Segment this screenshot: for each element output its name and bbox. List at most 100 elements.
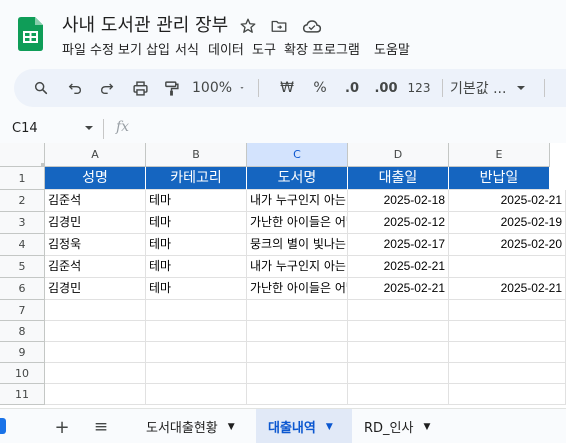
empty-cell[interactable] — [247, 363, 348, 384]
menu-tools[interactable]: 도구 — [252, 39, 276, 58]
table-header-name[interactable]: 성명 — [45, 167, 146, 190]
row-header-11[interactable]: 11 — [0, 384, 45, 405]
row-header-1[interactable]: 1 — [0, 167, 45, 190]
cell-title[interactable]: 내가 누구인지 아는 것 — [247, 190, 348, 212]
row-header-6[interactable]: 6 — [0, 278, 45, 300]
empty-cell[interactable] — [348, 363, 449, 384]
column-header-d[interactable]: D — [348, 143, 449, 167]
all-sheets-button[interactable]: ≡ — [90, 417, 112, 437]
empty-cell[interactable] — [45, 363, 146, 384]
cell-return-date[interactable]: 2025-02-21 — [449, 190, 566, 212]
table-header-loan-date[interactable]: 대출일 — [348, 167, 449, 190]
cell-name[interactable]: 김준석 — [45, 190, 146, 212]
cell-name[interactable]: 김경민 — [45, 212, 146, 234]
menu-edit[interactable]: 수정 — [90, 39, 114, 58]
empty-cell[interactable] — [146, 363, 247, 384]
cell-category[interactable]: 테마 — [146, 256, 247, 278]
cell-title[interactable]: 가난한 아이들은 어떻게 — [247, 278, 348, 300]
empty-cell[interactable] — [247, 384, 348, 405]
empty-cell[interactable] — [45, 300, 146, 321]
empty-cell[interactable] — [146, 342, 247, 363]
format-percent-button[interactable]: % — [309, 69, 331, 107]
cell-return-date[interactable]: 2025-02-20 — [449, 234, 566, 256]
empty-cell[interactable] — [247, 300, 348, 321]
empty-cell[interactable] — [146, 321, 247, 342]
more-formats-button[interactable]: 123 — [406, 69, 432, 107]
sheets-logo-icon[interactable] — [18, 17, 43, 51]
zoom-select[interactable]: 100% — [192, 69, 244, 107]
cell-title[interactable]: 가난한 아이들은 어떻게 — [247, 212, 348, 234]
empty-cell[interactable] — [348, 321, 449, 342]
decrease-decimal-button[interactable]: .0 — [339, 69, 365, 107]
document-title[interactable]: 사내 도서관 관리 장부 — [62, 11, 228, 37]
cell-return-date[interactable]: 2025-02-19 — [449, 212, 566, 234]
menu-file[interactable]: 파일 — [62, 39, 86, 58]
menu-format[interactable]: 서식 — [175, 39, 199, 58]
cell-loan-date[interactable]: 2025-02-18 — [348, 190, 449, 212]
cell-category[interactable]: 테마 — [146, 212, 247, 234]
column-header-e[interactable]: E — [449, 143, 550, 167]
cell-category[interactable]: 테마 — [146, 190, 247, 212]
empty-cell[interactable] — [45, 384, 146, 405]
search-menus-icon[interactable] — [28, 69, 54, 107]
table-header-category[interactable]: 카테고리 — [146, 167, 247, 190]
column-header-a[interactable]: A — [45, 143, 146, 167]
row-header-3[interactable]: 3 — [0, 212, 45, 234]
cell-category[interactable]: 테마 — [146, 234, 247, 256]
move-to-folder-icon[interactable] — [268, 15, 290, 37]
redo-icon[interactable] — [94, 69, 120, 107]
empty-cell[interactable] — [146, 300, 247, 321]
column-header-c[interactable]: C — [247, 143, 348, 167]
empty-cell[interactable] — [449, 384, 566, 405]
table-header-return-date[interactable]: 반납일 — [449, 167, 550, 190]
increase-decimal-button[interactable]: .00 — [371, 69, 401, 107]
cell-loan-date[interactable]: 2025-02-12 — [348, 212, 449, 234]
star-icon[interactable] — [237, 15, 259, 37]
empty-cell[interactable] — [449, 363, 566, 384]
menu-help[interactable]: 도움말 — [374, 39, 410, 58]
cell-return-date[interactable]: 2025-02-21 — [449, 278, 566, 300]
sheet-tab-loan-status[interactable]: 도서대출현황 ▼ — [134, 409, 252, 443]
format-currency-button[interactable]: ₩ — [276, 69, 298, 107]
cell-title[interactable]: 내가 누구인지 아는 것 — [247, 256, 348, 278]
row-header-9[interactable]: 9 — [0, 342, 45, 363]
column-header-b[interactable]: B — [146, 143, 247, 167]
cell-title[interactable]: 뭉크의 별이 빛나는 밤 — [247, 234, 348, 256]
cell-loan-date[interactable]: 2025-02-17 — [348, 234, 449, 256]
row-header-2[interactable]: 2 — [0, 190, 45, 212]
table-header-title[interactable]: 도서명 — [247, 167, 348, 190]
name-box-dropdown-icon[interactable] — [84, 123, 94, 133]
row-header-4[interactable]: 4 — [0, 234, 45, 256]
row-header-7[interactable]: 7 — [0, 300, 45, 321]
empty-cell[interactable] — [348, 384, 449, 405]
paint-format-icon[interactable] — [158, 69, 184, 107]
cell-return-date[interactable] — [449, 256, 566, 278]
empty-cell[interactable] — [45, 321, 146, 342]
menu-view[interactable]: 보기 — [118, 39, 142, 58]
name-box[interactable]: C14 — [12, 121, 38, 136]
cell-name[interactable]: 김경민 — [45, 278, 146, 300]
cell-name[interactable]: 김정욱 — [45, 234, 146, 256]
cloud-saved-icon[interactable] — [301, 15, 323, 37]
empty-cell[interactable] — [146, 384, 247, 405]
cell-category[interactable]: 테마 — [146, 278, 247, 300]
menu-insert[interactable]: 삽입 — [146, 39, 170, 58]
empty-cell[interactable] — [247, 321, 348, 342]
print-icon[interactable] — [127, 69, 153, 107]
empty-cell[interactable] — [247, 342, 348, 363]
sheet-tab-loan-history[interactable]: 대출내역 ▼ — [256, 409, 352, 443]
empty-cell[interactable] — [348, 342, 449, 363]
empty-cell[interactable] — [449, 321, 566, 342]
menu-data[interactable]: 데이터 — [208, 39, 244, 58]
undo-icon[interactable] — [62, 69, 88, 107]
font-select[interactable]: 기본값 ... — [450, 69, 532, 107]
empty-cell[interactable] — [45, 342, 146, 363]
row-header-10[interactable]: 10 — [0, 363, 45, 384]
menu-extensions[interactable]: 확장 프로그램 — [284, 39, 360, 58]
cell-loan-date[interactable]: 2025-02-21 — [348, 256, 449, 278]
row-header-8[interactable]: 8 — [0, 321, 45, 342]
row-header-5[interactable]: 5 — [0, 256, 45, 278]
empty-cell[interactable] — [449, 342, 566, 363]
empty-cell[interactable] — [449, 300, 566, 321]
add-sheet-button[interactable]: + — [52, 417, 72, 438]
